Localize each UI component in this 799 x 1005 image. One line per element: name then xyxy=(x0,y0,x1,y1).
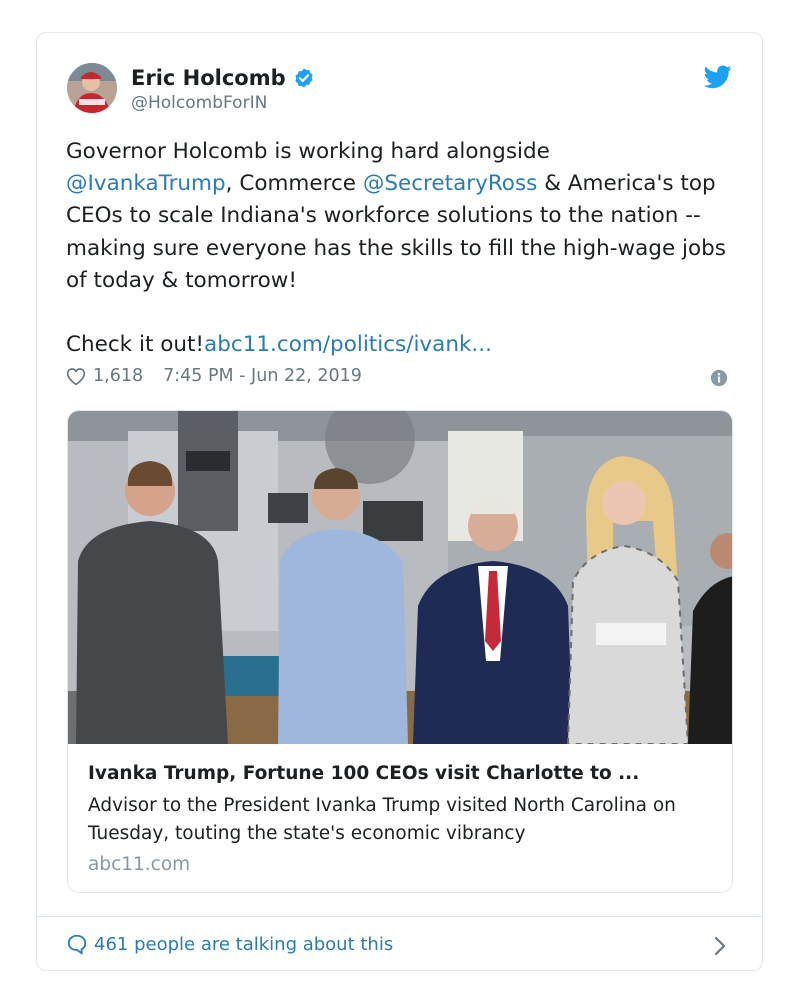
verified-badge-icon xyxy=(295,68,313,88)
tweet-text-part: , Commerce xyxy=(225,171,363,197)
link-preview-title[interactable]: Ivanka Trump, Fortune 100 CEOs visit Cha… xyxy=(88,763,718,784)
speech-bubble-icon xyxy=(67,934,87,955)
author-avatar[interactable] xyxy=(67,63,117,113)
tweet-text: Governor Holcomb is working hard alongsi… xyxy=(66,136,746,361)
link-preview-card[interactable]: Ivanka Trump, Fortune 100 CEOs visit Cha… xyxy=(67,410,733,893)
like-count[interactable]: 1,618 xyxy=(93,366,143,386)
conversation-count[interactable]: 461 people are talking about this xyxy=(94,934,393,955)
chevron-right-icon[interactable] xyxy=(714,936,726,956)
tweet-text-part: Check it out! xyxy=(66,332,205,358)
heart-icon[interactable] xyxy=(66,367,86,386)
link-preview-domain: abc11.com xyxy=(88,854,191,875)
tweet-text-part: Governor Holcomb is working hard alongsi… xyxy=(66,139,550,164)
link-preview-description: Advisor to the President Ivanka Trump vi… xyxy=(88,795,676,844)
tweet-card: Eric Holcomb @HolcombForIN Governor Holc… xyxy=(36,32,763,971)
mention-secretaryross[interactable]: @SecretaryRoss xyxy=(363,171,538,196)
author-handle[interactable]: @HolcombForIN xyxy=(131,93,267,113)
tweet-timestamp[interactable]: 7:45 PM - Jun 22, 2019 xyxy=(163,366,362,386)
author-name[interactable]: Eric Holcomb xyxy=(131,66,286,90)
tweet-link[interactable]: abc11.com/politics/ivank... xyxy=(204,332,492,357)
tweet-meta: 1,618 7:45 PM - Jun 22, 2019 xyxy=(66,366,362,386)
footer-divider xyxy=(37,916,762,917)
mention-ivankatrump[interactable]: @IvankaTrump xyxy=(66,171,226,196)
conversation-link[interactable]: 461 people are talking about this xyxy=(66,933,393,955)
info-icon[interactable] xyxy=(710,369,728,387)
link-preview-image[interactable] xyxy=(68,411,733,744)
twitter-bird-icon[interactable] xyxy=(704,65,732,89)
